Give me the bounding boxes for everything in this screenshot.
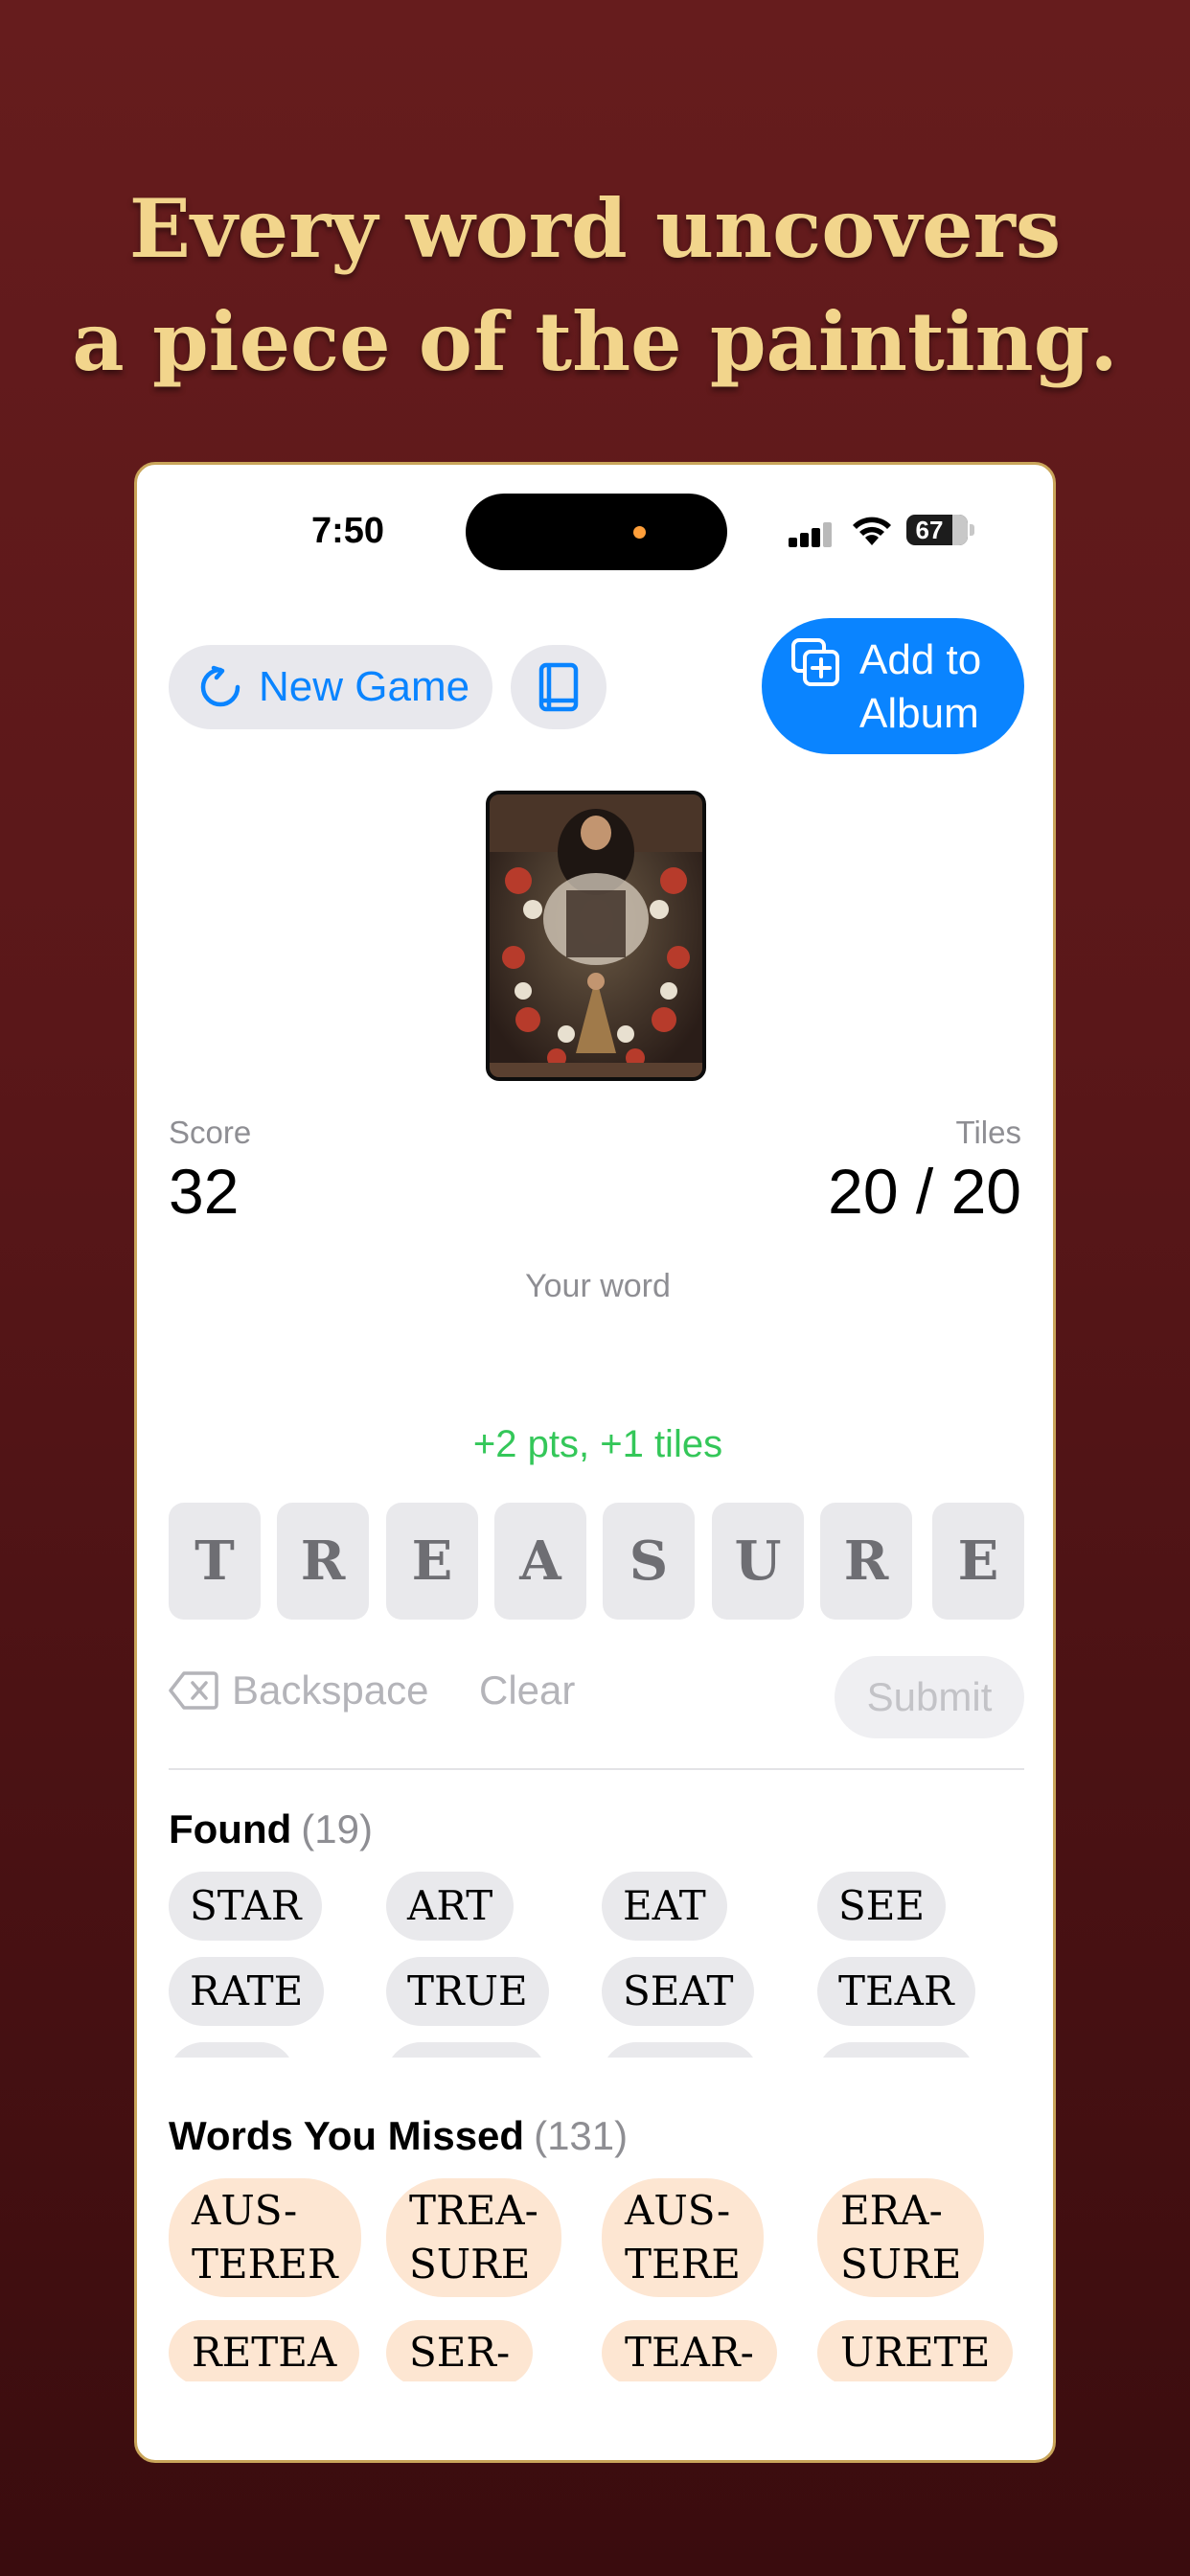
refresh-icon — [200, 665, 240, 707]
letter-tile[interactable]: E — [386, 1503, 478, 1620]
battery-level: 67 — [915, 516, 944, 544]
missed-word: RETEA — [169, 2320, 360, 2381]
found-word: EAT — [602, 1872, 727, 1941]
missed-word: ERA- SURE — [817, 2178, 985, 2297]
phone-screen: 7:50 67 New Game Add to Album Score 32 T… — [134, 462, 1056, 2463]
headline-line-1: Every word uncovers — [128, 181, 1062, 276]
score-label: Score — [169, 1115, 252, 1150]
score-value: 32 — [169, 1156, 240, 1227]
found-count: (19) — [301, 1806, 373, 1852]
letter-tile[interactable]: T — [169, 1503, 261, 1620]
submit-button[interactable]: Submit — [835, 1656, 1024, 1738]
new-game-button[interactable]: New Game — [169, 645, 492, 729]
book-icon — [538, 662, 579, 712]
found-words-list: STAR ART EAT SEE RATE TRUE SEAT TEAR RAT… — [169, 1872, 1024, 2058]
missed-header: Words You Missed (131) — [169, 2113, 628, 2159]
missed-word: AUS- TERE — [602, 2178, 764, 2297]
missed-word: TREA- SURE — [386, 2178, 561, 2297]
letter-tile[interactable]: U — [712, 1503, 804, 1620]
letter-tile[interactable]: R — [820, 1503, 912, 1620]
found-word: SEE — [817, 1872, 947, 1941]
found-title: Found — [169, 1806, 292, 1852]
add-to-album-button[interactable]: Add to Album — [762, 618, 1024, 754]
status-time: 7:50 — [310, 511, 385, 551]
found-word: RASE — [817, 2042, 976, 2058]
score-feedback: +2 pts, +1 tiles — [472, 1423, 723, 1465]
found-header: Found (19) — [169, 1806, 373, 1852]
add-to-album-label: Add to Album — [859, 636, 982, 737]
found-word: RAT — [169, 2042, 295, 2058]
found-word: TRUE — [386, 1957, 549, 2026]
divider — [169, 1768, 1024, 1770]
backspace-label: Backspace — [232, 1668, 429, 1713]
tiles-value: 20 / 20 — [828, 1156, 1021, 1227]
found-word: TEAR — [817, 1957, 975, 2026]
found-word: STAR — [169, 1872, 323, 1941]
found-word: ART — [386, 1872, 515, 1941]
letter-tile[interactable]: A — [494, 1503, 586, 1620]
painting-thumbnail[interactable] — [486, 791, 706, 1081]
missed-word: SER- — [386, 2320, 534, 2381]
letter-tile[interactable]: R — [277, 1503, 369, 1620]
clear-button[interactable]: Clear — [479, 1668, 575, 1714]
privacy-indicator — [633, 526, 646, 539]
letter-tile[interactable]: S — [603, 1503, 695, 1620]
add-to-album-icon — [791, 638, 839, 686]
missed-word: URETE — [817, 2320, 1014, 2381]
missed-title: Words You Missed — [169, 2113, 525, 2158]
found-word: SEAT — [602, 1957, 755, 2026]
found-word: RATE — [169, 1957, 325, 2026]
missed-word: AUS- TERER — [169, 2178, 361, 2297]
painting-image — [490, 794, 702, 1077]
missed-word: TEAR- — [602, 2320, 777, 2381]
letter-tiles: T R E A S U R E — [169, 1503, 1024, 1620]
missed-count: (131) — [534, 2113, 629, 2158]
letter-tile[interactable]: E — [932, 1503, 1024, 1620]
found-word: EASE — [602, 2042, 760, 2058]
headline-line-2: a piece of the painting. — [72, 294, 1118, 389]
missed-words-list: AUS- TERER TREA- SURE AUS- TERE ERA- SURE RE… — [169, 2178, 1024, 2381]
headline: Every word uncovers a piece of the paint… — [0, 172, 1190, 399]
new-game-label: New Game — [259, 663, 470, 710]
your-word-label: Your word — [525, 1268, 671, 1304]
backspace-icon — [169, 1671, 218, 1710]
found-word: RARE — [386, 2042, 548, 2058]
library-button[interactable] — [511, 645, 606, 729]
tiles-label: Tiles — [955, 1115, 1021, 1150]
dynamic-island — [466, 494, 727, 570]
cellular-signal-icon — [789, 522, 835, 547]
wifi-icon — [853, 517, 891, 545]
backspace-button[interactable]: Backspace — [169, 1668, 428, 1714]
battery-icon: 67 — [906, 515, 968, 545]
